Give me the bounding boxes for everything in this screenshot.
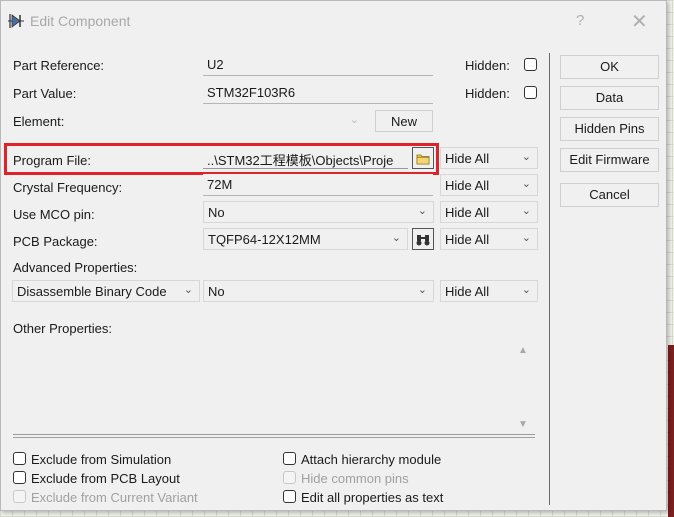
schematic-component-edge xyxy=(668,345,674,517)
exclude-pcb-label: Exclude from PCB Layout xyxy=(31,471,180,486)
package-browse-button[interactable] xyxy=(412,228,434,250)
use-mco-pin-value: No xyxy=(208,205,225,220)
use-mco-pin-visibility-value: Hide All xyxy=(445,205,490,220)
hidden-pins-button[interactable]: Hidden Pins xyxy=(560,117,659,141)
cancel-button[interactable]: Cancel xyxy=(560,183,659,207)
advanced-property-value: Disassemble Binary Code xyxy=(17,284,167,299)
scroll-up-icon[interactable]: ▲ xyxy=(518,345,528,356)
part-value-hidden-checkbox[interactable] xyxy=(524,86,537,99)
use-mco-pin-select[interactable]: No ⌄ xyxy=(203,201,434,223)
disassemble-value-select[interactable]: No ⌄ xyxy=(203,280,434,302)
program-file-visibility-value: Hide All xyxy=(445,151,490,166)
vertical-divider xyxy=(549,53,550,505)
pcb-package-value: TQFP64-12X12MM xyxy=(208,232,321,247)
chevron-down-icon: ⌄ xyxy=(349,114,359,126)
part-value-label: Part Value: xyxy=(13,86,77,101)
crystal-frequency-input[interactable]: 72M xyxy=(203,174,433,196)
pcb-package-visibility-value: Hide All xyxy=(445,232,490,247)
title-bar: Edit Component ? ✕ xyxy=(1,1,666,41)
part-value-input[interactable]: STM32F103R6 xyxy=(203,82,433,104)
chevron-down-icon: ⌄ xyxy=(417,284,427,296)
element-select[interactable]: ⌄ xyxy=(203,110,366,132)
crystal-frequency-visibility-select[interactable]: Hide All ⌄ xyxy=(440,174,538,196)
attach-hierarchy-label: Attach hierarchy module xyxy=(301,452,442,467)
edit-firmware-button[interactable]: Edit Firmware xyxy=(560,148,659,172)
part-value-hidden-label: Hidden: xyxy=(465,86,510,101)
browse-file-button[interactable] xyxy=(412,147,434,169)
pcb-package-label: PCB Package: xyxy=(13,234,98,249)
hide-common-pins-label: Hide common pins xyxy=(301,471,409,486)
disassemble-value: No xyxy=(208,284,225,299)
chevron-down-icon: ⌄ xyxy=(521,178,531,190)
advanced-visibility-select[interactable]: Hide All ⌄ xyxy=(440,280,538,302)
exclude-simulation-label: Exclude from Simulation xyxy=(31,452,172,467)
chevron-down-icon: ⌄ xyxy=(521,232,531,244)
exclude-simulation-checkbox[interactable] xyxy=(13,452,26,465)
folder-icon xyxy=(416,154,430,164)
program-file-label: Program File: xyxy=(13,153,92,168)
exclude-pcb-checkbox[interactable] xyxy=(13,471,26,484)
edit-all-text-checkbox[interactable] xyxy=(283,490,296,503)
pcb-package-visibility-select[interactable]: Hide All ⌄ xyxy=(440,228,538,250)
chevron-down-icon: ⌄ xyxy=(391,232,401,244)
horizontal-divider xyxy=(13,437,535,438)
new-element-button[interactable]: New xyxy=(375,110,433,132)
chevron-down-icon: ⌄ xyxy=(417,205,427,217)
part-reference-label: Part Reference: xyxy=(13,58,105,73)
binoculars-icon xyxy=(416,234,430,246)
component-icon xyxy=(8,14,24,28)
attach-hierarchy-checkbox[interactable] xyxy=(283,452,296,465)
advanced-properties-label: Advanced Properties: xyxy=(13,260,138,275)
help-button[interactable]: ? xyxy=(576,12,584,29)
use-mco-pin-visibility-select[interactable]: Hide All ⌄ xyxy=(440,201,538,223)
edit-component-dialog: Edit Component ? ✕ Part Reference: U2 Hi… xyxy=(0,0,667,511)
program-file-visibility-select[interactable]: Hide All ⌄ xyxy=(440,147,538,169)
other-properties-label: Other Properties: xyxy=(13,321,112,336)
program-file-input[interactable]: ..\STM32工程模板\Objects\Proje xyxy=(203,147,408,169)
close-button[interactable]: ✕ xyxy=(631,9,648,34)
chevron-down-icon: ⌄ xyxy=(521,284,531,296)
scroll-down-icon[interactable]: ▼ xyxy=(518,419,528,430)
exclude-variant-checkbox xyxy=(13,490,26,503)
dialog-title: Edit Component xyxy=(30,13,131,29)
part-reference-hidden-label: Hidden: xyxy=(465,58,510,73)
advanced-property-select[interactable]: Disassemble Binary Code ⌄ xyxy=(12,280,200,302)
data-button[interactable]: Data xyxy=(560,86,659,110)
pcb-package-select[interactable]: TQFP64-12X12MM ⌄ xyxy=(203,228,408,250)
chevron-down-icon: ⌄ xyxy=(521,205,531,217)
part-reference-hidden-checkbox[interactable] xyxy=(524,58,537,71)
use-mco-pin-label: Use MCO pin: xyxy=(13,207,95,222)
element-label: Element: xyxy=(13,114,65,129)
crystal-frequency-label: Crystal Frequency: xyxy=(13,180,123,195)
advanced-visibility-value: Hide All xyxy=(445,284,490,299)
other-properties-textarea[interactable]: ▲ ▼ xyxy=(13,341,535,435)
chevron-down-icon: ⌄ xyxy=(521,151,531,163)
edit-all-text-label: Edit all properties as text xyxy=(301,490,444,505)
part-reference-input[interactable]: U2 xyxy=(203,54,433,76)
hide-common-pins-checkbox xyxy=(283,471,296,484)
chevron-down-icon: ⌄ xyxy=(183,284,193,296)
crystal-frequency-visibility-value: Hide All xyxy=(445,178,490,193)
ok-button[interactable]: OK xyxy=(560,55,659,79)
exclude-variant-label: Exclude from Current Variant xyxy=(31,490,198,505)
